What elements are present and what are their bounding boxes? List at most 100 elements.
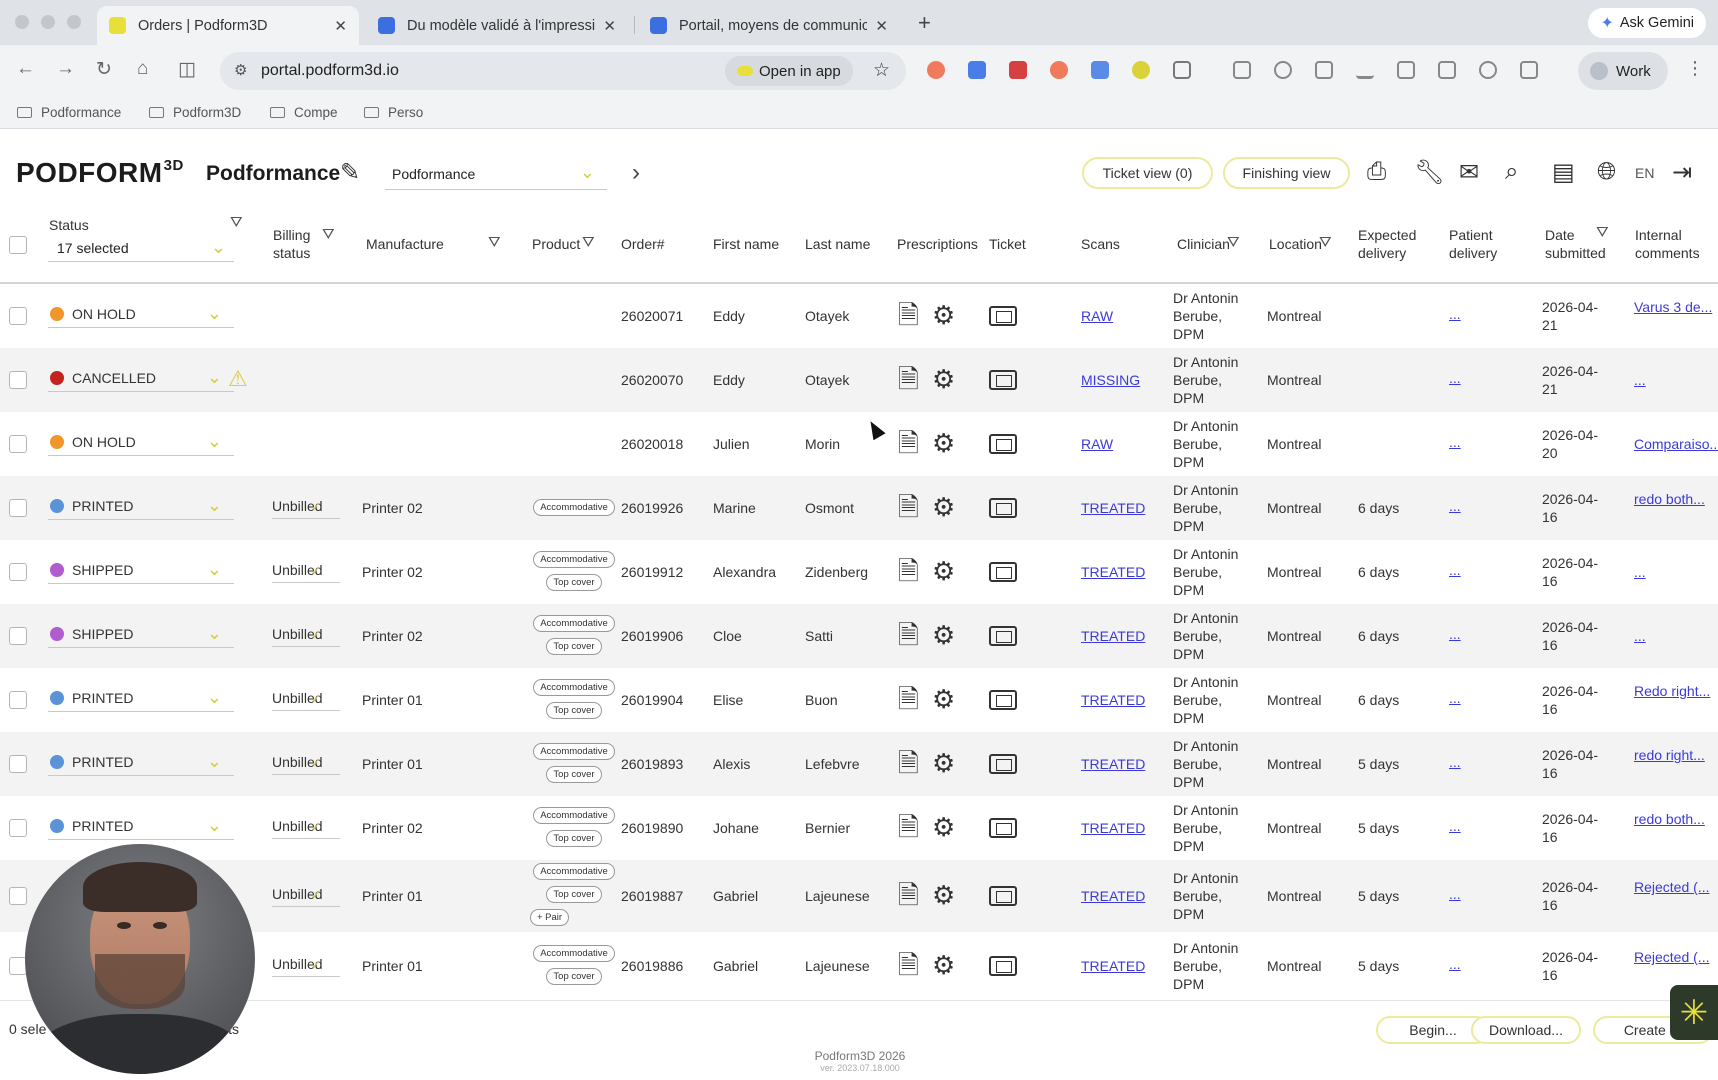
patient-delivery-link[interactable]: ... <box>1449 306 1461 322</box>
row-checkbox[interactable] <box>9 563 27 581</box>
language-label[interactable]: EN <box>1635 165 1654 181</box>
wrench-icon[interactable]: 🔧︎ <box>1414 158 1444 187</box>
extension-blue-icon[interactable] <box>968 61 986 79</box>
table-row[interactable]: Unbilled✓ Printer 01 Accommodative Top cove… <box>0 932 1718 1000</box>
status-select[interactable]: PRINTED ⌄ <box>48 812 234 840</box>
order-number[interactable]: 26019893 <box>621 756 683 772</box>
table-row[interactable]: CANCELLED ⌄ ⚠ 26020070 Eddy Otayek 🗎︎ ⚙ MISSING… <box>0 348 1718 412</box>
table-row[interactable]: Unbilled✓ Printer 01 Accommodative Top cove… <box>0 860 1718 932</box>
gear-icon[interactable]: ⚙ <box>932 558 955 584</box>
billing-status-select[interactable]: Unbilled✓ <box>272 953 340 977</box>
back-arrow-icon[interactable]: ← <box>16 58 35 80</box>
prescription-document-icon[interactable]: 🗎︎ <box>898 430 919 456</box>
scan-status-link[interactable]: RAW <box>1081 308 1113 324</box>
gear-icon[interactable]: ⚙ <box>932 366 955 392</box>
prescription-document-icon[interactable]: 🗎︎ <box>898 302 919 328</box>
site-settings-icon[interactable]: ⚙ <box>234 61 247 79</box>
prescription-document-icon[interactable]: 🗎︎ <box>898 558 919 584</box>
browser-tab-orders[interactable]: Orders | Podform3D ✕ <box>97 6 359 45</box>
edit-pencil-icon[interactable]: ✎ <box>340 158 360 187</box>
gear-icon[interactable]: ⚙ <box>932 494 955 520</box>
row-checkbox[interactable] <box>9 887 27 905</box>
split-view-icon[interactable]: ◫ <box>178 58 196 81</box>
row-checkbox[interactable] <box>9 307 27 325</box>
status-select[interactable]: PRINTED ⌄ <box>48 748 234 776</box>
sparkle-widget-icon[interactable]: ✳ <box>1670 985 1718 1040</box>
table-row[interactable]: ON HOLD ⌄ 26020018 Julien Morin 🗎︎ ⚙ RAW Dr An… <box>0 412 1718 476</box>
ticket-icon[interactable] <box>989 626 1017 646</box>
patient-delivery-link[interactable]: ... <box>1449 626 1461 642</box>
status-select[interactable]: SHIPPED ⌄ <box>48 620 234 648</box>
filter-icon[interactable]: ⛛ <box>1227 234 1240 251</box>
status-select[interactable]: SHIPPED ⌄ <box>48 556 234 584</box>
browser-tab-modele[interactable]: Du modèle validé à l'impressi ✕ <box>366 6 628 45</box>
patient-delivery-link[interactable]: ... <box>1449 690 1461 706</box>
organization-select[interactable]: Podformance ⌄ <box>385 160 607 190</box>
ticket-icon[interactable] <box>989 690 1017 710</box>
extension-claude-icon[interactable] <box>927 61 945 79</box>
scan-status-link[interactable]: TREATED <box>1081 500 1145 516</box>
ticket-icon[interactable] <box>989 306 1017 326</box>
scan-status-link[interactable]: TREATED <box>1081 888 1145 904</box>
podform-logo[interactable]: PODFORM3D <box>16 157 184 189</box>
internal-comment-link[interactable]: redo both... <box>1634 810 1718 828</box>
order-number[interactable]: 26019887 <box>621 888 683 904</box>
filter-icon[interactable]: ⛛ <box>230 214 243 231</box>
ticket-icon[interactable] <box>989 886 1017 906</box>
filter-icon[interactable]: ⛛ <box>582 234 595 251</box>
patient-delivery-link[interactable]: ... <box>1449 818 1461 834</box>
filter-icon[interactable]: ⛛ <box>1319 234 1332 251</box>
prescription-document-icon[interactable]: 🗎︎ <box>898 494 919 520</box>
translate-icon[interactable] <box>1274 61 1292 79</box>
billing-status-select[interactable]: Unbilled✓ <box>272 559 340 583</box>
row-checkbox[interactable] <box>9 819 27 837</box>
profile-work-button[interactable]: Work <box>1578 52 1668 90</box>
table-row[interactable]: PRINTED ⌄ Unbilled✓ Printer 01 Accommodativ… <box>0 732 1718 796</box>
translate-page-icon[interactable] <box>1520 61 1538 79</box>
row-checkbox[interactable] <box>9 371 27 389</box>
patient-delivery-link[interactable]: ... <box>1449 498 1461 514</box>
row-checkbox[interactable] <box>9 499 27 517</box>
finishing-view-button[interactable]: Finishing view <box>1223 157 1350 189</box>
table-row[interactable]: PRINTED ⌄ Unbilled✓ Printer 02 Accommodativ… <box>0 476 1718 540</box>
table-row[interactable]: SHIPPED ⌄ Unbilled✓ Printer 02 Accommodativ… <box>0 604 1718 668</box>
order-number[interactable]: 26019906 <box>621 628 683 644</box>
globe-icon[interactable]: 🌐︎ <box>1597 158 1616 186</box>
internal-comment-link[interactable]: ... <box>1634 627 1718 645</box>
prescription-document-icon[interactable]: 🗎︎ <box>898 882 919 908</box>
bookmark-folder-perso[interactable]: Perso <box>364 105 423 120</box>
order-number[interactable]: 26020070 <box>621 372 683 388</box>
forward-arrow-icon[interactable]: → <box>56 58 75 80</box>
url-text[interactable]: portal.podform3d.io <box>261 62 399 80</box>
table-row[interactable]: ON HOLD ⌄ 26020071 Eddy Otayek 🗎︎ ⚙ RAW Dr Ant… <box>0 284 1718 348</box>
order-number[interactable]: 26019890 <box>621 820 683 836</box>
billing-status-select[interactable]: Unbilled✓ <box>272 815 340 839</box>
reload-icon[interactable]: ↻ <box>96 58 112 81</box>
ticket-icon[interactable] <box>989 754 1017 774</box>
billing-status-select[interactable]: Unbilled✓ <box>272 623 340 647</box>
gear-icon[interactable]: ⚙ <box>932 952 955 978</box>
ticket-icon[interactable] <box>989 818 1017 838</box>
order-number[interactable]: 26019926 <box>621 500 683 516</box>
prescription-document-icon[interactable]: 🗎︎ <box>898 814 919 840</box>
printer-icon[interactable]: ⎙ <box>1367 158 1386 186</box>
new-tab-button[interactable]: + <box>918 10 931 36</box>
home-icon[interactable]: ⌂ <box>137 58 148 80</box>
close-icon[interactable]: ✕ <box>603 17 616 35</box>
scan-status-link[interactable]: TREATED <box>1081 564 1145 580</box>
patient-delivery-link[interactable]: ... <box>1449 886 1461 902</box>
internal-comment-link[interactable]: Rejected (... <box>1634 948 1718 966</box>
prescription-document-icon[interactable]: 🗎︎ <box>898 952 919 978</box>
prescription-document-icon[interactable]: 🗎︎ <box>898 622 919 648</box>
gear-icon[interactable]: ⚙ <box>932 622 955 648</box>
window-minimize-dot[interactable] <box>41 15 55 29</box>
internal-comment-link[interactable]: redo both... <box>1634 490 1718 508</box>
ticket-icon[interactable] <box>989 956 1017 976</box>
address-bar[interactable]: ⚙ portal.podform3d.io Open in app ☆ <box>220 52 906 90</box>
scan-status-link[interactable]: TREATED <box>1081 692 1145 708</box>
order-number[interactable]: 26019912 <box>621 564 683 580</box>
download-button[interactable]: Download... <box>1471 1016 1581 1044</box>
filter-icon[interactable]: ⛛ <box>1596 224 1609 241</box>
window-zoom-dot[interactable] <box>67 15 81 29</box>
link-icon[interactable] <box>1479 61 1497 79</box>
